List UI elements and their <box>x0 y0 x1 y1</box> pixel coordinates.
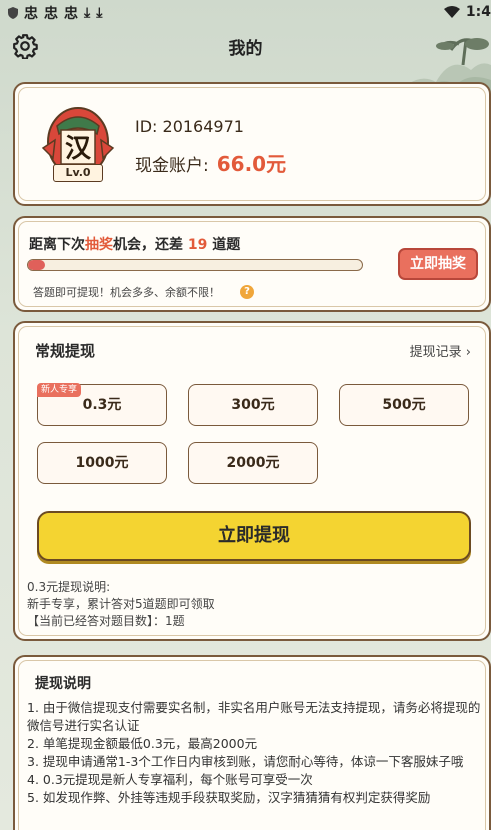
lottery-card: 距离下次抽奖机会，还差 19 道题 答题即可提现！机会多多、余额不限！ ? 立即… <box>13 216 491 312</box>
top-bar: 我的 <box>0 28 491 64</box>
cash-label: 现金账户: <box>135 156 209 176</box>
withdraw-record-link[interactable]: 提现记录 › <box>410 341 471 360</box>
withdraw-heading: 常规提现 <box>35 342 96 360</box>
lottery-progress-fill <box>28 260 45 270</box>
profile-card: 汉 Lv.0 ID: 20164971 现金账户: 66.0元 <box>13 82 491 206</box>
withdraw-record-label: 提现记录 <box>409 345 462 360</box>
explanation-item: 2. 单笔提现金额最低0.3元，最高2000元 <box>27 736 258 751</box>
withdraw-explanation-card: 提现说明 1. 由于微信提现支付需要实名制，非实名用户账号无法支持提现，请务必将… <box>13 655 491 830</box>
chevron-right-icon: › <box>465 345 471 360</box>
download-icon: ⤓ <box>84 5 91 21</box>
bug-icon: 忠 <box>24 6 38 22</box>
lottery-msg-highlight: 抽奖 <box>85 237 113 253</box>
page-title: 我的 <box>228 38 263 59</box>
explanation-list: 1. 由于微信提现支付需要实名制，非实名用户账号无法支持提现，请务必将提现的微信… <box>27 699 483 807</box>
wifi-icon <box>443 6 460 18</box>
cash-account: 现金账户: 66.0元 <box>135 148 286 177</box>
gear-icon[interactable] <box>12 33 38 59</box>
amount-option-0.3[interactable]: 新人专享 0.3元 <box>37 383 167 426</box>
amount-option-500[interactable]: 500元 <box>339 384 469 426</box>
lottery-progress-bar <box>27 259 363 271</box>
amount-option-2000[interactable]: 2000元 <box>188 442 318 484</box>
amount-option-1000[interactable]: 1000元 <box>37 442 167 484</box>
withdraw-note-line: 新手专享，累计答对5道题即可领取 <box>27 597 215 611</box>
amount-label: 300元 <box>231 397 275 413</box>
lottery-msg-middle: 机会，还差 <box>113 237 183 253</box>
new-user-tag: 新人专享 <box>37 383 82 397</box>
bug-icon: 忠 <box>44 6 58 22</box>
cash-value: 66.0元 <box>216 152 287 176</box>
avatar-character: 汉 <box>65 134 92 164</box>
level-badge: Lv.0 <box>53 164 103 182</box>
bug-icon: 忠 <box>64 6 78 22</box>
status-bar: 忠 忠 忠 ⤓ ⤓ 1:4 <box>0 0 491 26</box>
explanation-heading: 提现说明 <box>35 676 91 692</box>
lottery-msg-prefix: 距离下次 <box>29 237 85 253</box>
withdraw-note-line: 0.3元提现说明: <box>27 580 111 594</box>
withdraw-note-line: 【当前已经答对题目数】：1题 <box>27 614 185 628</box>
explanation-item: 3. 提现申请通常1-3个工作日内审核到账，请您耐心等待，体谅一下客服妹子哦 <box>27 754 464 769</box>
explanation-item: 5. 如发现作弊、外挂等违规手段获取奖励，汉字猜猜猜有权判定获得奖励 <box>27 790 431 805</box>
lottery-remaining-count: 19 <box>187 237 208 253</box>
shield-icon <box>8 7 18 19</box>
download-icon: ⤓ <box>96 5 103 21</box>
help-icon[interactable]: ? <box>240 285 254 299</box>
amount-label: 2000元 <box>226 455 280 471</box>
amount-label: 500元 <box>382 397 426 413</box>
draw-lottery-button[interactable]: 立即抽奖 <box>398 248 478 280</box>
explanation-item: 1. 由于微信提现支付需要实名制，非实名用户账号无法支持提现，请务必将提现的微信… <box>27 700 481 733</box>
lottery-message: 距离下次抽奖机会，还差 19 道题 <box>29 234 240 254</box>
lottery-msg-suffix: 道题 <box>212 237 241 253</box>
withdraw-now-button[interactable]: 立即提现 <box>37 511 471 561</box>
amount-option-300[interactable]: 300元 <box>188 384 318 426</box>
withdraw-card: 常规提现 提现记录 › 新人专享 0.3元 300元 500元 1000元 20… <box>13 321 491 641</box>
lottery-hint-text: 答题即可提现！机会多多、余额不限！ <box>33 286 220 299</box>
explanation-item: 4. 0.3元提现是新人专享福利，每个账号可享受一次 <box>27 772 313 787</box>
amount-label: 1000元 <box>75 455 129 471</box>
avatar: 汉 Lv.0 <box>37 104 119 190</box>
amount-label: 0.3元 <box>82 397 122 413</box>
withdraw-note: 0.3元提现说明: 新手专享，累计答对5道题即可领取 【当前已经答对题目数】：1… <box>27 579 215 630</box>
lottery-hint: 答题即可提现！机会多多、余额不限！ ? <box>33 284 254 300</box>
status-time: 1:4 <box>465 4 491 20</box>
user-id: ID: 20164971 <box>135 117 244 136</box>
